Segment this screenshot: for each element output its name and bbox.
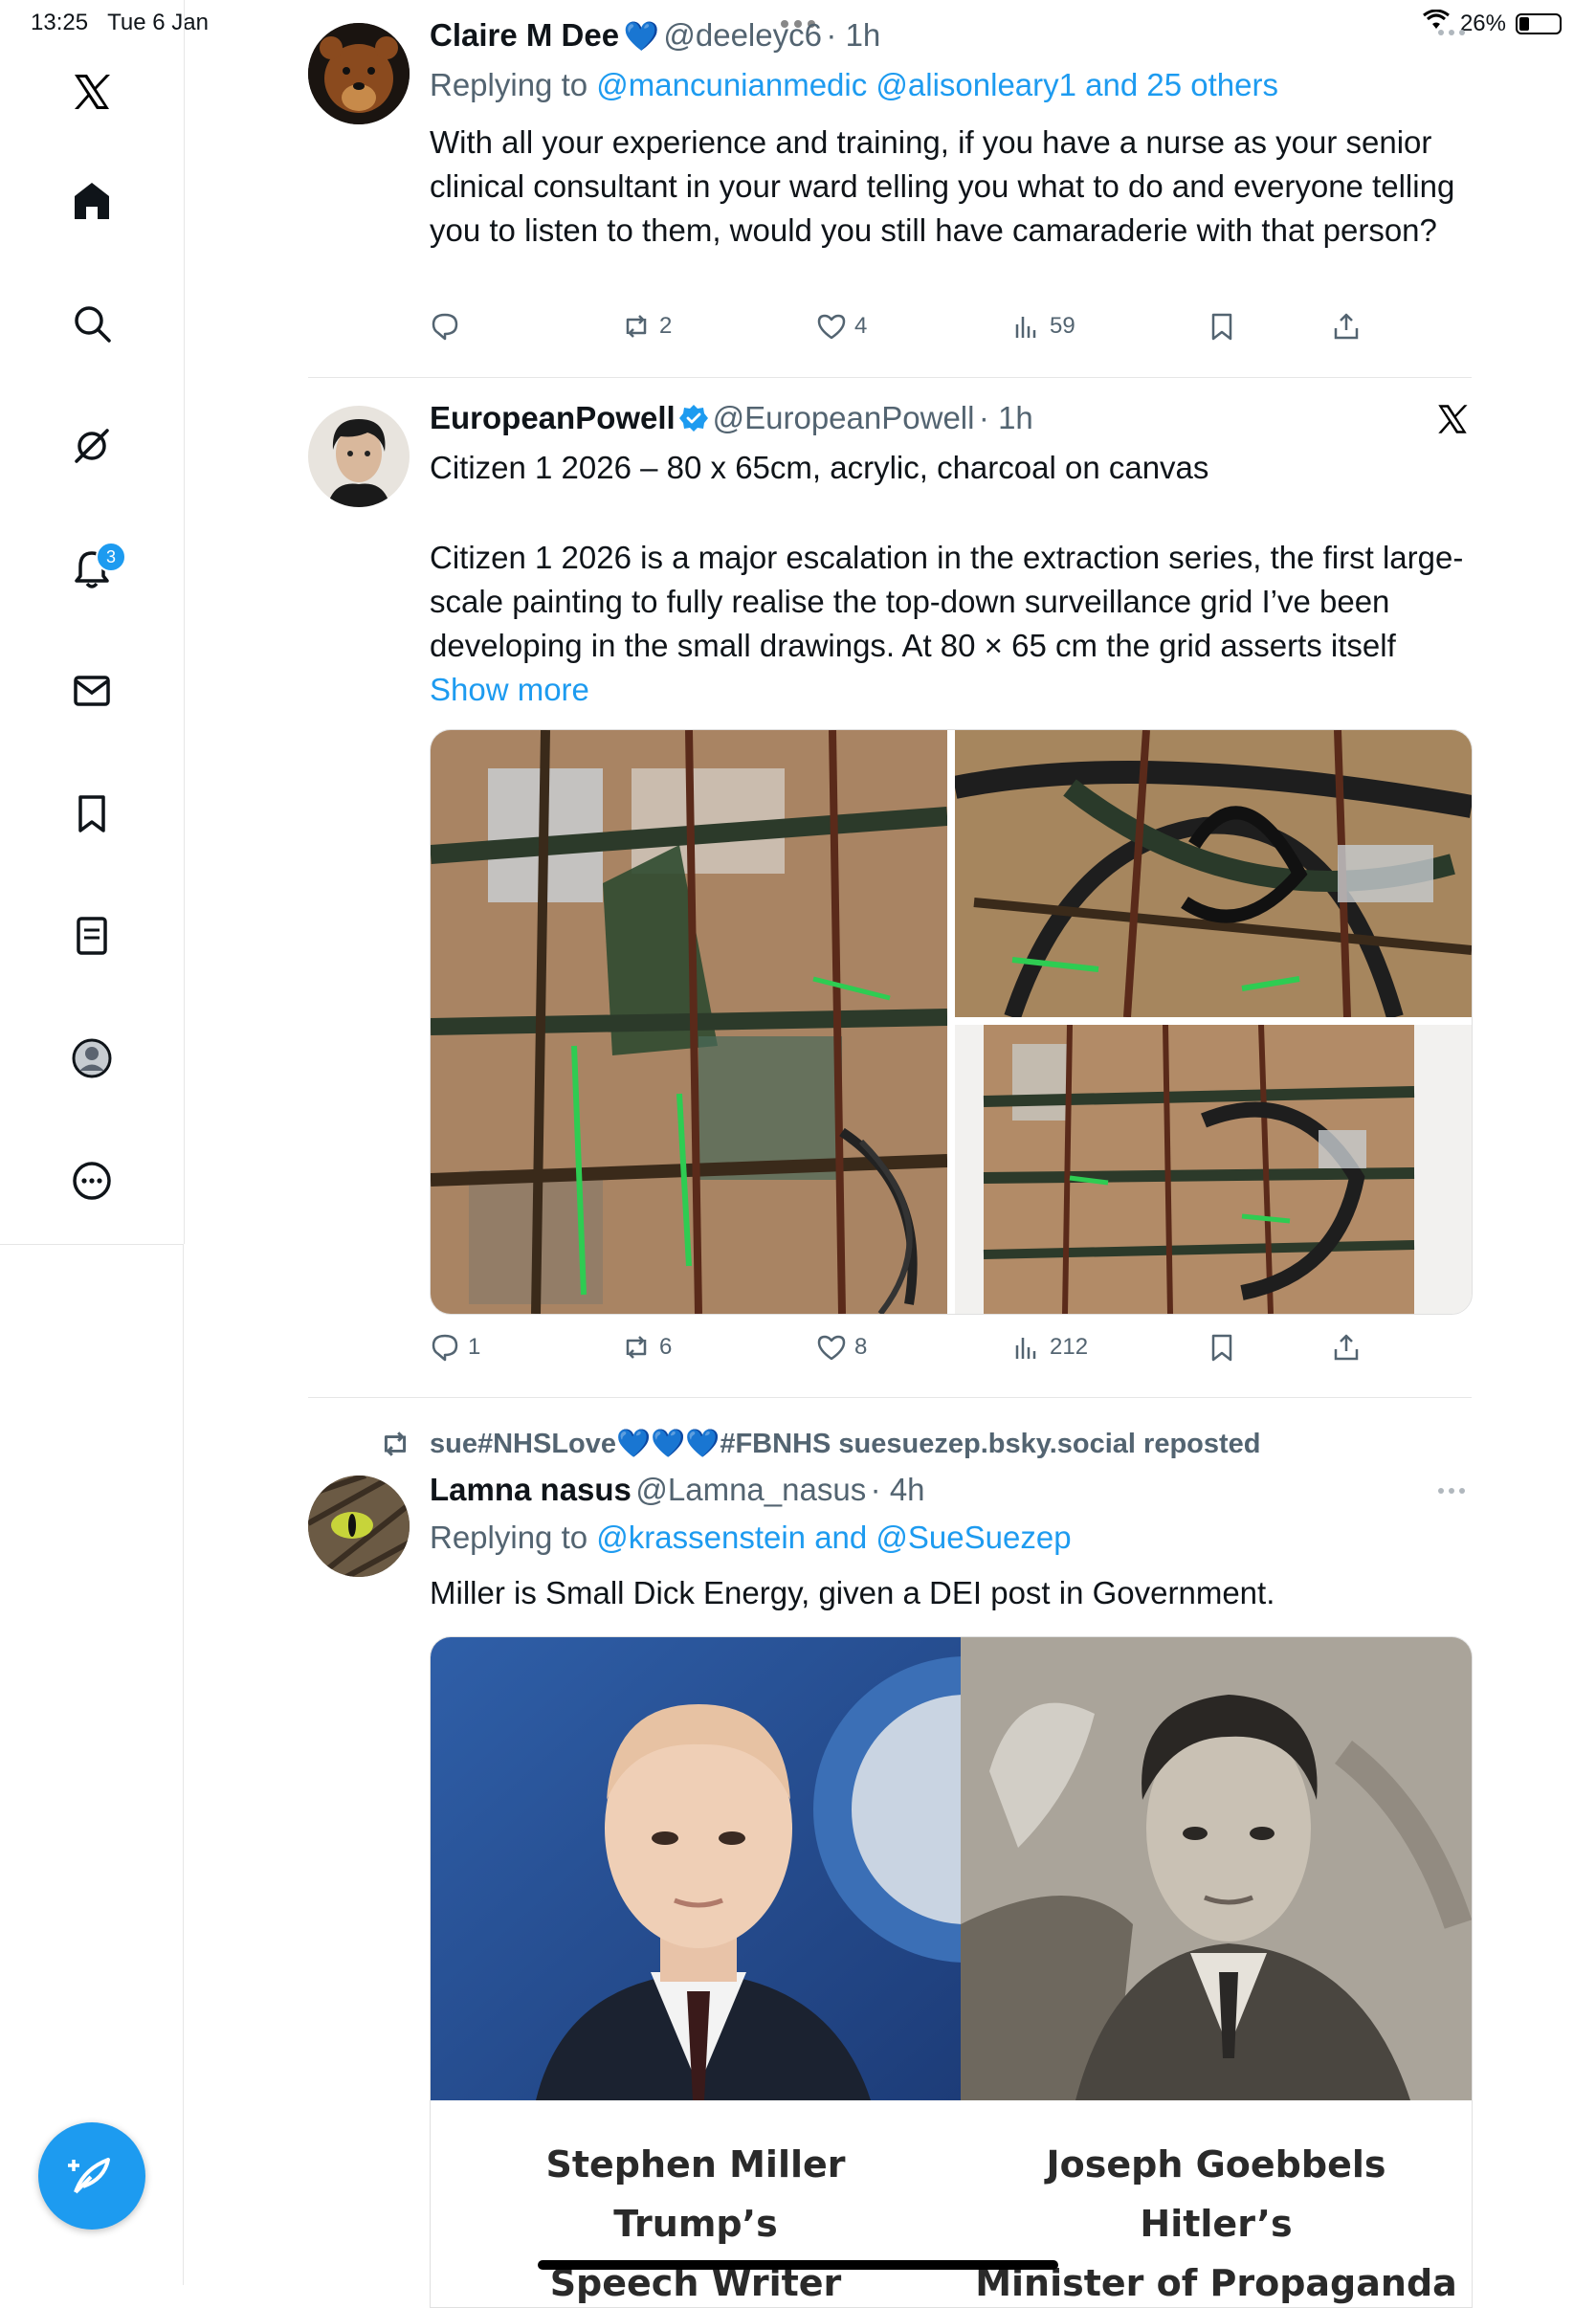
views-button[interactable]: 59	[1011, 311, 1075, 342]
bookmark-icon	[1211, 1334, 1232, 1362]
home-indicator[interactable]	[538, 2260, 1058, 2270]
heart-icon	[817, 314, 846, 340]
search-icon[interactable]	[61, 293, 122, 354]
caption-right-line1: Joseph Goebbels	[1046, 2143, 1386, 2186]
share-icon	[1334, 1334, 1359, 1361]
meme-left-photo	[431, 1637, 961, 2100]
caption-right-line2: Hitler’s	[1140, 2203, 1293, 2245]
bookmarks-icon[interactable]	[61, 783, 122, 844]
like-button[interactable]: 8	[816, 1332, 867, 1363]
reply-button[interactable]: 1	[430, 1332, 480, 1363]
avatar[interactable]	[308, 23, 410, 124]
battery-icon	[1516, 12, 1562, 34]
avatar[interactable]	[308, 1476, 410, 1577]
sidebar-divider	[0, 1244, 184, 1245]
repost-count: 6	[659, 1334, 673, 1360]
share-icon	[1334, 313, 1359, 340]
grok-icon[interactable]	[61, 415, 122, 477]
meme-caption-left: Stephen Miller Trump’s Speech Writer	[431, 2135, 961, 2307]
heart-icon	[817, 1335, 846, 1361]
x-grok-icon[interactable]	[1435, 402, 1470, 441]
timestamp[interactable]: · 1h	[979, 400, 1033, 435]
profile-icon[interactable]	[61, 1028, 122, 1089]
bookmark-icon	[1211, 313, 1232, 341]
views-button[interactable]: 212	[1011, 1332, 1088, 1363]
heart-emoji: 💙	[623, 21, 659, 53]
tweet-divider	[308, 377, 1472, 378]
tweet-text: Miller is Small Dick Energy, given a DEI…	[430, 1575, 1275, 1610]
avatar[interactable]	[308, 406, 410, 507]
repost-button[interactable]: 6	[621, 1332, 672, 1363]
painting-image-2[interactable]	[955, 730, 1472, 1017]
reposted-by[interactable]: sue#NHSLove💙💙💙#FBNHS suesuezep.bsky.soci…	[430, 1428, 1261, 1460]
display-name[interactable]: Claire M Dee	[430, 17, 619, 53]
meme-image[interactable]: Stephen Miller Trump’s Speech Writer Jos…	[430, 1636, 1473, 2308]
compose-button[interactable]	[38, 2122, 145, 2230]
share-button[interactable]	[1331, 1332, 1362, 1363]
media-grid	[430, 729, 1473, 1315]
reply-icon	[432, 1334, 458, 1362]
view-count: 212	[1050, 1334, 1089, 1360]
timestamp[interactable]: · 4h	[871, 1472, 925, 1507]
repost-indicator-icon	[379, 1428, 411, 1465]
tweet-divider	[308, 1397, 1472, 1398]
sidebar: 3	[0, 0, 185, 1244]
replying-to: Replying to @krassenstein and @SueSuezep	[430, 1520, 1072, 1555]
handle[interactable]: @EuropeanPowell	[713, 400, 975, 435]
painting-image-3[interactable]	[955, 1025, 1472, 1314]
x-logo-icon[interactable]	[61, 61, 122, 122]
tweet-actions: 1 6 8 212	[430, 1332, 1473, 1370]
more-options-icon[interactable]	[1435, 23, 1468, 47]
tweet-header: Claire M Dee 💙 @deeleyc6 · 1h	[430, 17, 880, 54]
repost-icon	[626, 315, 647, 338]
views-icon	[1015, 1338, 1036, 1359]
battery-fill	[1519, 16, 1529, 31]
lists-icon[interactable]	[61, 905, 122, 966]
reply-icon	[432, 313, 458, 341]
more-icon[interactable]	[61, 1150, 122, 1211]
tweet-header: Lamna nasus @Lamna_nasus · 4h	[430, 1472, 925, 1508]
like-count: 8	[854, 1334, 868, 1360]
share-button[interactable]	[1331, 311, 1362, 342]
caption-left-line2: Trump’s	[613, 2203, 778, 2245]
notifications-badge: 3	[96, 542, 126, 572]
replying-users-link[interactable]: @mancunianmedic @alisonleary1 and 25 oth…	[596, 67, 1278, 102]
tweet-line1: Citizen 1 2026 – 80 x 65cm, acrylic, cha…	[430, 450, 1209, 485]
compose-icon	[68, 2158, 110, 2194]
handle[interactable]: @deeleyc6	[663, 17, 822, 53]
repost-count: 2	[659, 313, 673, 339]
replying-to: Replying to @mancunianmedic @alisonleary…	[430, 67, 1278, 102]
more-options-icon[interactable]	[1435, 1481, 1468, 1505]
display-name[interactable]: EuropeanPowell	[430, 400, 676, 435]
view-count: 59	[1050, 313, 1075, 339]
meme-right-photo	[961, 1637, 1472, 2100]
meme-caption-right: Joseph Goebbels Hitler’s Minister of Pro…	[961, 2135, 1472, 2307]
notifications-icon[interactable]: 3	[61, 538, 126, 599]
reply-count: 1	[468, 1334, 481, 1360]
tweet-text: With all your experience and training, i…	[430, 124, 1455, 248]
caption-left-line1: Stephen Miller	[545, 2143, 846, 2186]
bookmark-button[interactable]	[1207, 311, 1237, 342]
tweet-actions: 2 4 59	[430, 311, 1473, 349]
messages-icon[interactable]	[61, 660, 122, 721]
repost-icon	[626, 1336, 647, 1359]
replying-users-link[interactable]: @krassenstein and @SueSuezep	[596, 1520, 1071, 1555]
like-button[interactable]: 4	[816, 311, 867, 342]
display-name[interactable]: Lamna nasus	[430, 1472, 632, 1507]
show-more-link[interactable]: Show more	[430, 672, 589, 707]
repost-button[interactable]: 2	[621, 311, 672, 342]
handle[interactable]: @Lamna_nasus	[635, 1472, 866, 1507]
tweet-text: Citizen 1 2026 is a major escalation in …	[430, 540, 1464, 707]
cut-off-repost-header: @medicalmedecinthabitchabanreposted	[383, 0, 1110, 8]
views-icon	[1015, 317, 1036, 338]
tweet-header: EuropeanPowell @EuropeanPowell · 1h	[430, 400, 1033, 437]
sidebar-border	[183, 1244, 184, 2285]
painting-image-1[interactable]	[431, 730, 947, 1314]
like-count: 4	[854, 313, 868, 339]
home-icon[interactable]	[61, 170, 122, 232]
reply-button[interactable]	[430, 311, 468, 342]
verified-badge-icon	[679, 404, 709, 437]
timestamp[interactable]: · 1h	[826, 17, 880, 53]
bookmark-button[interactable]	[1207, 1332, 1237, 1363]
